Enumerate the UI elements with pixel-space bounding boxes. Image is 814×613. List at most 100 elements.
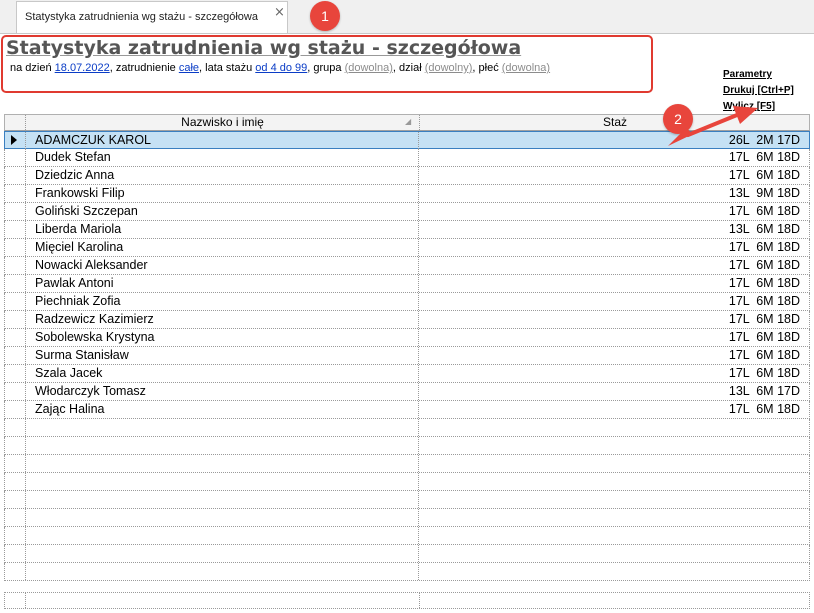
cell-seniority: 17L 6M 18D <box>728 402 800 416</box>
annotation-badge-2: 2 <box>663 104 693 134</box>
filter-seniority-prefix: , lata stażu <box>199 62 253 74</box>
column-header-seniority[interactable]: Staż <box>420 115 810 130</box>
filter-employment-link[interactable]: całe <box>179 62 199 74</box>
close-icon[interactable]: × <box>274 5 285 20</box>
tab-label: Statystyka zatrudnienia wg stażu - szcze… <box>25 11 258 23</box>
tab-statystyka[interactable]: Statystyka zatrudnienia wg stażu - szcze… <box>16 1 288 33</box>
column-header-name[interactable]: Nazwisko i imię <box>26 115 419 130</box>
filter-group-link[interactable]: (dowolna) <box>345 62 393 74</box>
cell-name: ADAMCZUK KAROL <box>35 133 151 147</box>
cell-seniority: 17L 6M 18D <box>728 150 800 164</box>
column-separator <box>418 365 420 382</box>
filter-employment-prefix: , zatrudnienie <box>109 62 176 74</box>
filter-date-prefix: na dzień <box>10 62 52 74</box>
cell-name: Dudek Stefan <box>35 150 111 164</box>
empty-row[interactable] <box>4 437 810 455</box>
cell-name: Radzewicz Kazimierz <box>35 312 154 326</box>
column-separator <box>418 473 420 490</box>
column-separator <box>418 311 420 328</box>
filter-department-link[interactable]: (dowolny) <box>425 62 473 74</box>
cell-name: Dziedzic Anna <box>35 168 115 182</box>
column-separator <box>418 563 420 580</box>
column-separator <box>418 383 420 400</box>
annotation-badge-1: 1 <box>310 1 340 31</box>
compute-link[interactable]: Wylicz [F5] <box>723 99 794 115</box>
column-separator <box>418 293 420 310</box>
column-separator <box>418 347 420 364</box>
row-indicator <box>5 491 26 508</box>
column-separator <box>418 203 420 220</box>
print-link[interactable]: Drukuj [Ctrl+P] <box>723 83 794 99</box>
column-separator <box>418 455 420 472</box>
cell-name: Goliński Szczepan <box>35 204 138 218</box>
empty-row[interactable] <box>4 419 810 437</box>
empty-row[interactable] <box>4 545 810 563</box>
column-separator <box>418 329 420 346</box>
cell-seniority: 17L 6M 18D <box>728 312 800 326</box>
table-row[interactable]: Liberda Mariola 13L 6M 18D <box>4 221 810 239</box>
table-row[interactable]: Nowacki Aleksander 17L 6M 18D <box>4 257 810 275</box>
empty-row[interactable] <box>4 491 810 509</box>
filter-date-link[interactable]: 18.07.2022 <box>55 62 110 74</box>
table-row[interactable]: Pawlak Antoni 17L 6M 18D <box>4 275 810 293</box>
row-indicator <box>5 257 26 274</box>
row-indicator <box>5 167 26 184</box>
row-indicator <box>5 365 26 382</box>
empty-row[interactable] <box>4 509 810 527</box>
row-indicator <box>5 527 26 544</box>
row-indicator <box>5 203 26 220</box>
cell-seniority: 17L 6M 18D <box>728 204 800 218</box>
cell-name: Surma Stanisław <box>35 348 129 362</box>
empty-row[interactable] <box>4 527 810 545</box>
row-indicator <box>5 473 26 490</box>
column-separator <box>418 545 420 562</box>
report-filters: na dzień 18.07.2022, zatrudnienie całe, … <box>10 62 550 74</box>
cell-seniority: 13L 6M 18D <box>728 222 800 236</box>
cell-name: Zając Halina <box>35 402 105 416</box>
row-indicator <box>5 275 26 292</box>
table-row[interactable]: Włodarczyk Tomasz 13L 6M 17D <box>4 383 810 401</box>
cell-name: Pawlak Antoni <box>35 276 114 290</box>
cell-seniority: 13L 9M 18D <box>728 186 800 200</box>
column-separator <box>418 239 420 256</box>
row-indicator <box>5 329 26 346</box>
page-title: Statystyka zatrudnienia wg stażu - szcze… <box>6 37 522 59</box>
cell-seniority: 13L 6M 17D <box>728 384 800 398</box>
empty-row[interactable] <box>4 455 810 473</box>
row-indicator <box>5 419 26 436</box>
sort-icon: ◢ <box>405 117 412 126</box>
table-row[interactable]: Surma Stanisław 17L 6M 18D <box>4 347 810 365</box>
row-indicator <box>5 149 26 166</box>
table-row[interactable]: Zając Halina 17L 6M 18D <box>4 401 810 419</box>
table-row[interactable]: Goliński Szczepan 17L 6M 18D <box>4 203 810 221</box>
column-separator <box>418 167 420 184</box>
column-separator <box>418 527 420 544</box>
table-row[interactable]: Dudek Stefan 17L 6M 18D <box>4 149 810 167</box>
column-separator <box>418 132 420 149</box>
table-row[interactable]: Szala Jacek 17L 6M 18D <box>4 365 810 383</box>
table-row[interactable]: Radzewicz Kazimierz 17L 6M 18D <box>4 311 810 329</box>
parameters-link[interactable]: Parametry <box>723 67 794 83</box>
filter-gender-prefix: , płeć <box>472 62 499 74</box>
table-row[interactable]: ADAMCZUK KAROL 26L 2M 17D <box>4 131 810 149</box>
filter-gender-link[interactable]: (dowolna) <box>502 62 550 74</box>
column-separator <box>418 257 420 274</box>
table-row[interactable]: Dziedzic Anna 17L 6M 18D <box>4 167 810 185</box>
column-separator <box>418 185 420 202</box>
table-row[interactable]: Frankowski Filip 13L 9M 18D <box>4 185 810 203</box>
table-row[interactable]: Mięciel Karolina 17L 6M 18D <box>4 239 810 257</box>
row-indicator <box>5 509 26 526</box>
row-indicator <box>5 221 26 238</box>
filter-group-prefix: , grupa <box>307 62 342 74</box>
cell-name: Frankowski Filip <box>35 186 125 200</box>
row-indicator <box>5 437 26 454</box>
table-row[interactable]: Sobolewska Krystyna 17L 6M 18D <box>4 329 810 347</box>
table-row[interactable]: Piechniak Zofia 17L 6M 18D <box>4 293 810 311</box>
empty-row[interactable] <box>4 473 810 491</box>
column-separator <box>418 419 420 436</box>
filter-seniority-link[interactable]: od 4 do 99 <box>255 62 307 74</box>
employees-grid: Nazwisko i imię ◢ Staż ADAMCZUK KAROL 26L… <box>4 114 810 581</box>
empty-row[interactable] <box>4 563 810 581</box>
column-separator <box>418 275 420 292</box>
filter-department-prefix: , dział <box>392 62 422 74</box>
